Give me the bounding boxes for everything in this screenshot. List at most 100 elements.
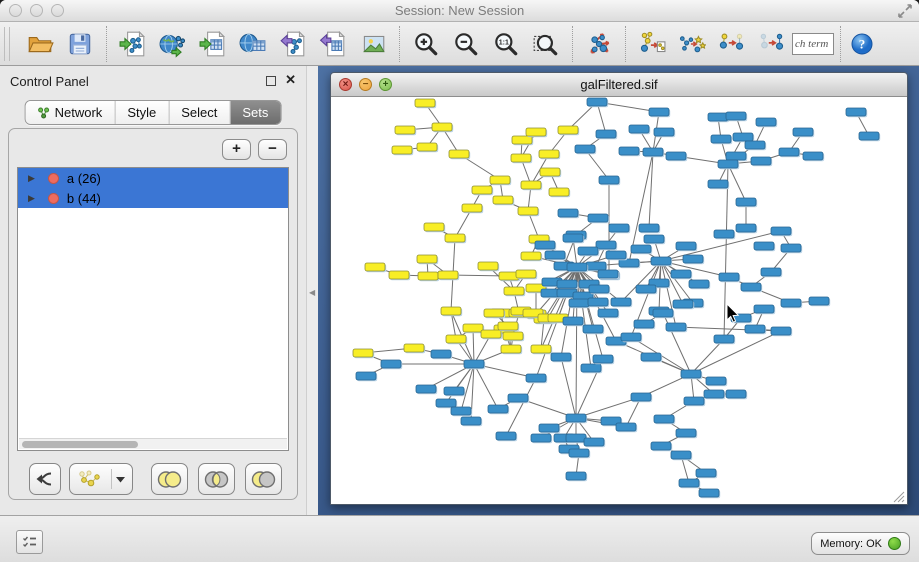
graph-node[interactable] (566, 414, 586, 422)
graph-node[interactable] (651, 257, 671, 265)
graph-node[interactable] (478, 262, 498, 270)
graph-node[interactable] (771, 227, 791, 235)
graph-node[interactable] (756, 118, 776, 126)
graph-edge[interactable] (446, 364, 474, 403)
panel-divider[interactable]: ◀ (306, 66, 318, 515)
add-set-button[interactable]: + (222, 139, 251, 160)
graph-node[interactable] (599, 176, 619, 184)
graph-node[interactable] (708, 180, 728, 188)
graph-edge[interactable] (561, 357, 576, 418)
export-image-icon[interactable] (353, 26, 393, 62)
graph-node[interactable] (531, 434, 551, 442)
graph-node[interactable] (726, 112, 746, 120)
task-list-button[interactable] (16, 530, 43, 554)
graph-node[interactable] (432, 123, 452, 131)
network-graph[interactable] (331, 97, 907, 505)
graph-edge[interactable] (691, 339, 724, 374)
graph-node[interactable] (539, 150, 559, 158)
graph-node[interactable] (653, 309, 673, 317)
graph-node[interactable] (726, 152, 746, 160)
graph-node[interactable] (365, 263, 385, 271)
graph-node[interactable] (464, 360, 484, 368)
graph-node[interactable] (395, 126, 415, 134)
graph-node[interactable] (526, 374, 546, 382)
set-row[interactable]: ▶b (44) (18, 188, 288, 208)
expander-icon[interactable]: ▶ (28, 193, 35, 204)
graph-node[interactable] (641, 353, 661, 361)
venn-union-button[interactable] (151, 463, 188, 495)
graph-node[interactable] (696, 469, 716, 477)
graph-node[interactable] (463, 324, 483, 332)
new-network-selected-nodes-selected-edges-icon[interactable] (672, 26, 712, 62)
expander-icon[interactable]: ▶ (28, 173, 35, 184)
graph-node[interactable] (566, 472, 586, 480)
title-bar[interactable]: Session: New Session (0, 0, 919, 22)
graph-node[interactable] (781, 299, 801, 307)
graph-node[interactable] (516, 270, 536, 278)
graph-node[interactable] (575, 145, 595, 153)
tab-style[interactable]: Style (114, 101, 168, 124)
graph-node[interactable] (356, 372, 376, 380)
graph-node[interactable] (441, 307, 461, 315)
graph-node[interactable] (636, 285, 656, 293)
zoom-in-icon[interactable] (406, 26, 446, 62)
graph-node[interactable] (389, 271, 409, 279)
graph-node[interactable] (611, 298, 631, 306)
graph-node[interactable] (676, 242, 696, 250)
tab-select[interactable]: Select (168, 101, 229, 124)
graph-node[interactable] (518, 207, 538, 215)
graph-node[interactable] (501, 345, 521, 353)
graph-node[interactable] (621, 333, 641, 341)
graph-node[interactable] (584, 438, 604, 446)
search-input[interactable] (792, 33, 834, 55)
zoom-out-icon[interactable] (446, 26, 486, 62)
graph-node[interactable] (606, 251, 626, 259)
graph-edge[interactable] (474, 364, 498, 409)
venn-difference-button[interactable] (245, 463, 282, 495)
graph-node[interactable] (616, 423, 636, 431)
graph-node[interactable] (781, 244, 801, 252)
graph-node[interactable] (761, 268, 781, 276)
graph-node[interactable] (719, 273, 739, 281)
save-session-icon[interactable] (60, 26, 100, 62)
graph-node[interactable] (679, 479, 699, 487)
graph-node[interactable] (493, 196, 513, 204)
graph-node[interactable] (424, 223, 444, 231)
toolbar-grip[interactable] (4, 27, 10, 61)
tab-sets[interactable]: Sets (229, 101, 280, 124)
graph-edge[interactable] (728, 164, 746, 202)
graph-node[interactable] (745, 141, 765, 149)
graph-node[interactable] (631, 245, 651, 253)
graph-edge[interactable] (506, 378, 536, 436)
graph-node[interactable] (654, 128, 674, 136)
graph-node[interactable] (706, 377, 726, 385)
graph-node[interactable] (417, 143, 437, 151)
graph-node[interactable] (629, 125, 649, 133)
graph-node[interactable] (381, 360, 401, 368)
graph-node[interactable] (545, 251, 565, 259)
graph-node[interactable] (445, 234, 465, 242)
graph-node[interactable] (484, 309, 504, 317)
graph-node[interactable] (714, 230, 734, 238)
graph-node[interactable] (596, 241, 616, 249)
graph-node[interactable] (666, 323, 686, 331)
graph-node[interactable] (754, 242, 774, 250)
graph-node[interactable] (684, 397, 704, 405)
split-sets-button[interactable] (29, 463, 61, 495)
graph-node[interactable] (598, 309, 618, 317)
graph-node[interactable] (671, 270, 691, 278)
graph-node[interactable] (803, 152, 823, 160)
graph-node[interactable] (488, 405, 508, 413)
graph-node[interactable] (683, 255, 703, 263)
graph-node[interactable] (726, 390, 746, 398)
graph-node[interactable] (472, 186, 492, 194)
graph-node[interactable] (557, 280, 577, 288)
graph-node[interactable] (549, 188, 569, 196)
graph-node[interactable] (392, 146, 412, 154)
graph-node[interactable] (569, 449, 589, 457)
graph-node[interactable] (449, 150, 469, 158)
graph-node[interactable] (461, 417, 481, 425)
help-icon[interactable]: ? (847, 26, 877, 62)
graph-node[interactable] (587, 98, 607, 106)
graph-node[interactable] (444, 387, 464, 395)
